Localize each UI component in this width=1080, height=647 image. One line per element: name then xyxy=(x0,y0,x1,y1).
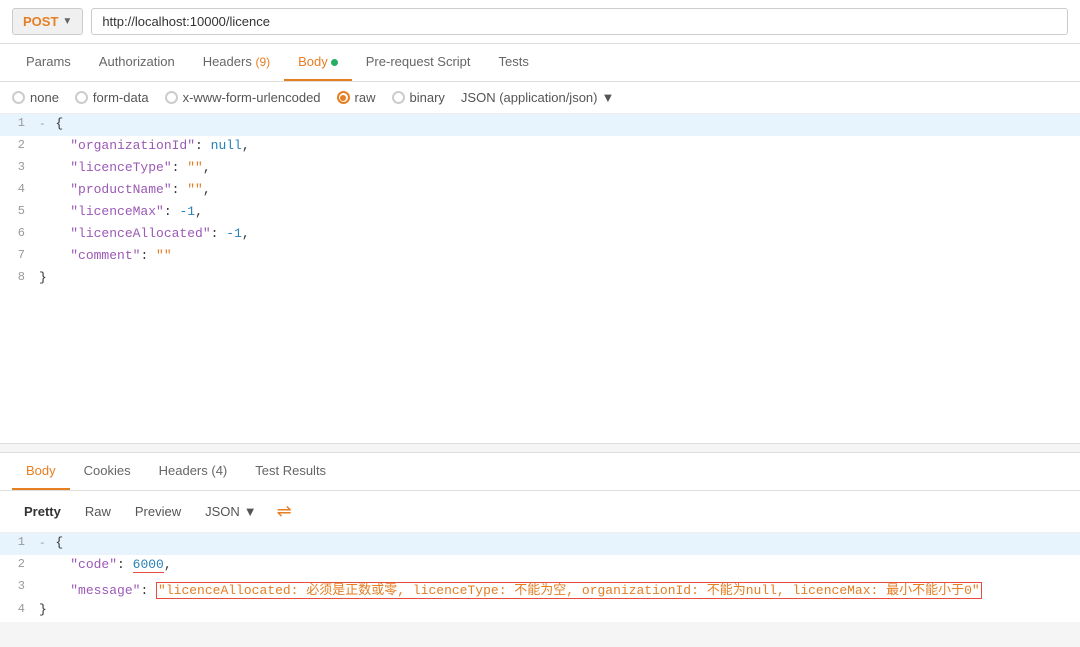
code-line-6: 6 "licenceAllocated": -1, xyxy=(0,224,1080,246)
code-line-5: 5 "licenceMax": -1, xyxy=(0,202,1080,224)
wrap-icon[interactable]: ⇌ xyxy=(269,501,300,522)
body-type-selector: none form-data x-www-form-urlencoded raw… xyxy=(0,82,1080,114)
code-line-7: 7 "comment": "" xyxy=(0,246,1080,268)
code-line-3: 3 "licenceType": "", xyxy=(0,158,1080,180)
resp-line-4: 4 } xyxy=(0,600,1080,622)
format-preview[interactable]: Preview xyxy=(123,499,193,524)
tab-tests[interactable]: Tests xyxy=(485,44,543,81)
response-type-dropdown[interactable]: JSON ▼ xyxy=(193,499,269,524)
method-label: POST xyxy=(23,14,58,29)
radio-binary[interactable]: binary xyxy=(392,90,445,105)
code-line-4: 4 "productName": "", xyxy=(0,180,1080,202)
body-dot xyxy=(331,59,338,66)
tab-authorization[interactable]: Authorization xyxy=(85,44,189,81)
json-type-dropdown[interactable]: JSON (application/json) ▼ xyxy=(461,90,614,105)
tab-body[interactable]: Body xyxy=(284,44,352,81)
resp-tab-body[interactable]: Body xyxy=(12,453,70,490)
url-bar: POST ▼ xyxy=(0,0,1080,44)
response-format-bar: Pretty Raw Preview JSON ▼ ⇌ xyxy=(0,491,1080,533)
resp-dropdown-arrow-icon: ▼ xyxy=(244,504,257,519)
radio-none-dot xyxy=(12,91,25,104)
code-line-1: 1 - { xyxy=(0,114,1080,136)
radio-binary-dot xyxy=(392,91,405,104)
request-tabs: Params Authorization Headers (9) Body Pr… xyxy=(0,44,1080,82)
dropdown-arrow-icon: ▼ xyxy=(601,90,614,105)
radio-form-data[interactable]: form-data xyxy=(75,90,149,105)
tab-headers[interactable]: Headers (9) xyxy=(189,44,284,81)
resp-line-2: 2 "code": 6000, xyxy=(0,555,1080,577)
format-pretty[interactable]: Pretty xyxy=(12,499,73,524)
code-line-2: 2 "organizationId": null, xyxy=(0,136,1080,158)
resp-tab-headers[interactable]: Headers (4) xyxy=(145,453,242,490)
radio-urlencoded-dot xyxy=(165,91,178,104)
resp-line-3: 3 "message": "licenceAllocated: 必须是正数或零,… xyxy=(0,577,1080,600)
radio-form-data-dot xyxy=(75,91,88,104)
radio-none[interactable]: none xyxy=(12,90,59,105)
code-line-8: 8 } xyxy=(0,268,1080,290)
resp-tab-cookies[interactable]: Cookies xyxy=(70,453,145,490)
url-input[interactable] xyxy=(91,8,1068,35)
radio-raw[interactable]: raw xyxy=(337,90,376,105)
tab-params[interactable]: Params xyxy=(12,44,85,81)
format-raw[interactable]: Raw xyxy=(73,499,123,524)
method-arrow-icon: ▼ xyxy=(62,16,72,27)
request-body-editor[interactable]: 1 - { 2 "organizationId": null, 3 "licen… xyxy=(0,114,1080,364)
response-tabs: Body Cookies Headers (4) Test Results xyxy=(0,453,1080,491)
resp-line-1: 1 - { xyxy=(0,533,1080,555)
method-selector[interactable]: POST ▼ xyxy=(12,8,83,35)
response-body: 1 - { 2 "code": 6000, 3 "message": "lice… xyxy=(0,533,1080,622)
radio-urlencoded[interactable]: x-www-form-urlencoded xyxy=(165,90,321,105)
resp-tab-test-results[interactable]: Test Results xyxy=(241,453,340,490)
radio-raw-dot xyxy=(337,91,350,104)
tab-pre-request[interactable]: Pre-request Script xyxy=(352,44,485,81)
